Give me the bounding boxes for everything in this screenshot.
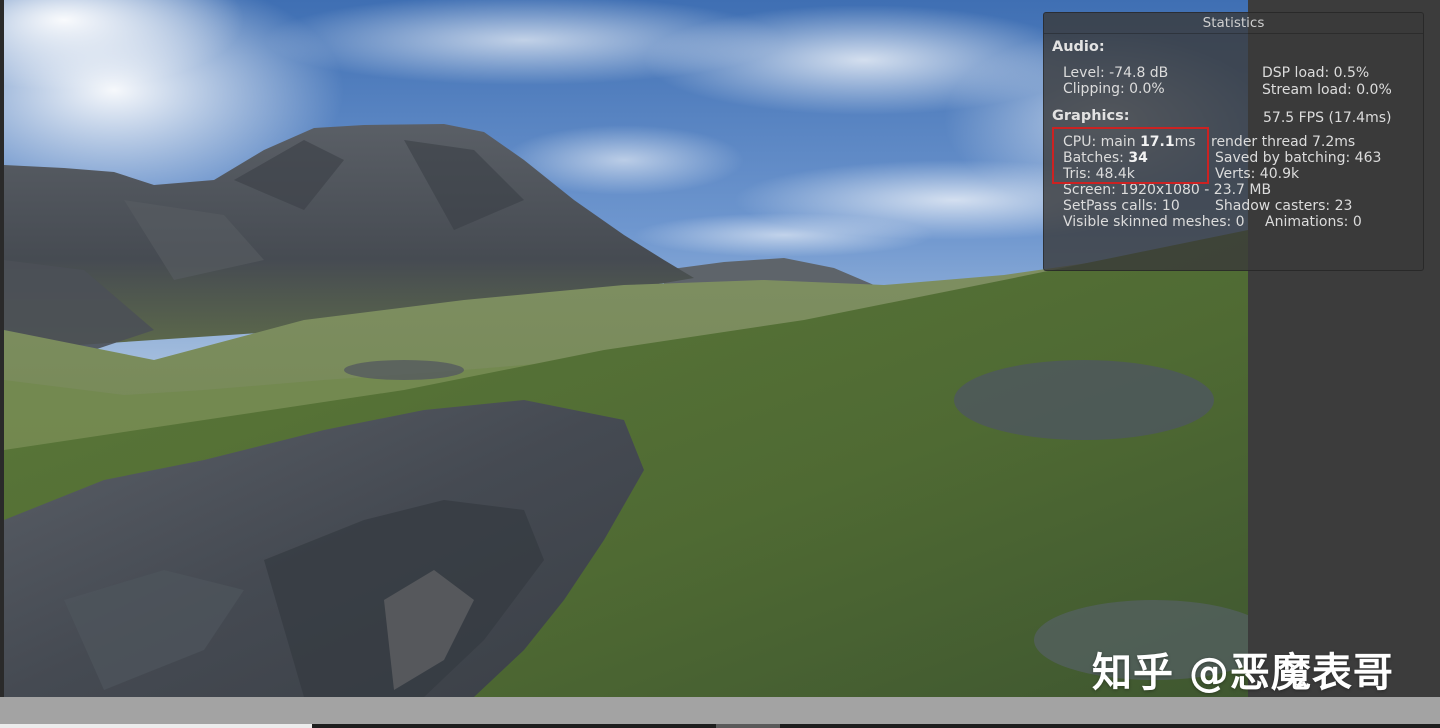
setpass-calls: SetPass calls: 10: [1063, 198, 1180, 214]
bottom-status-bar: [0, 697, 1440, 724]
verts: Verts: 40.9k: [1215, 166, 1300, 182]
saved-by-batching: Saved by batching: 463: [1215, 150, 1382, 166]
title-divider: [1044, 33, 1423, 34]
audio-clipping: Clipping: 0.0%: [1063, 81, 1165, 97]
statistics-title: Statistics: [1202, 15, 1265, 31]
graphics-header: Graphics:: [1052, 108, 1130, 124]
screen-info: Screen: 1920x1080 - 23.7 MB: [1063, 182, 1272, 198]
bottom-strip-segment-left: [0, 724, 312, 728]
highlight-annotation-box: [1052, 127, 1209, 184]
audio-level: Level: -74.8 dB: [1063, 65, 1169, 81]
bottom-strip-segment-mid: [716, 724, 780, 728]
visible-skinned-meshes: Visible skinned meshes: 0: [1063, 214, 1245, 230]
shadow-casters: Shadow casters: 23: [1215, 198, 1353, 214]
render-thread: render thread 7.2ms: [1211, 134, 1356, 150]
animations: Animations: 0: [1265, 214, 1362, 230]
graphics-fps: 57.5 FPS (17.4ms): [1263, 110, 1392, 126]
watermark-text: 知乎 @恶魔表哥: [1092, 650, 1394, 696]
audio-stream-load: Stream load: 0.0%: [1262, 82, 1392, 98]
audio-dsp-load: DSP load: 0.5%: [1262, 65, 1370, 81]
audio-header: Audio:: [1052, 39, 1105, 55]
bottom-strip: [0, 724, 1440, 728]
